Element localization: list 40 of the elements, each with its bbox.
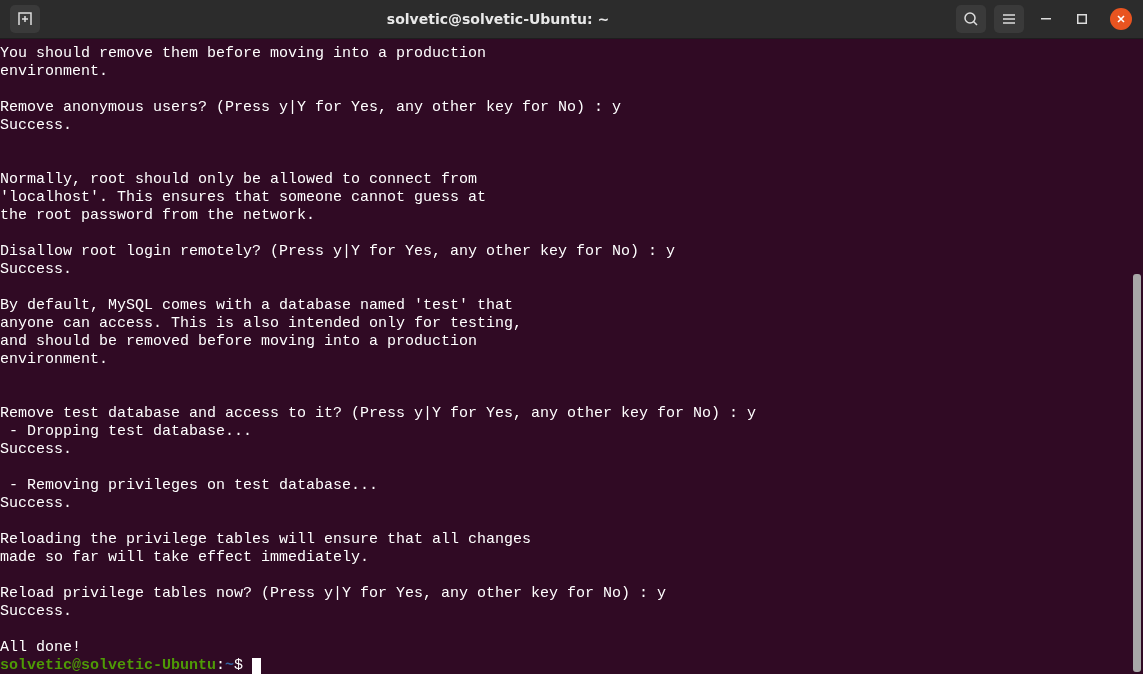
minimize-icon xyxy=(1041,18,1051,20)
close-icon xyxy=(1117,15,1125,23)
prompt-path: ~ xyxy=(225,657,235,674)
terminal-output-line: Success. xyxy=(0,603,72,620)
terminal-output-line: Remove anonymous users? (Press y|Y for Yes, any other key for No) : y xyxy=(0,99,622,116)
terminal-output-line: the root password from the network. xyxy=(0,207,316,224)
terminal-output-line: and should be removed before moving into a production xyxy=(0,333,478,350)
terminal-output-line: environment. xyxy=(0,351,109,368)
terminal-output-line: Success. xyxy=(0,117,72,134)
search-button[interactable] xyxy=(956,5,986,33)
text-cursor xyxy=(252,657,262,674)
terminal-output-line: 'localhost'. This ensures that someone cannot guess at xyxy=(0,189,487,206)
window-title: solvetic@solvetic-Ubuntu: ~ xyxy=(385,11,611,27)
new-tab-button[interactable] xyxy=(10,5,40,33)
terminal-output-line: Disallow root login remotely? (Press y|Y for Yes, any other key for No) : y xyxy=(0,243,676,260)
scrollbar-thumb[interactable] xyxy=(1133,274,1141,672)
terminal-output-line: - Removing privileges on test database... xyxy=(8,477,379,494)
prompt-user-host: solvetic@solvetic-Ubuntu xyxy=(0,657,217,674)
menu-icon xyxy=(1002,13,1016,25)
terminal-output-line: Remove test database and access to it? (Press y|Y for Yes, any other key for No) : y xyxy=(0,405,757,422)
terminal-output-line: Normally, root should only be allowed to connect from xyxy=(0,171,478,188)
terminal-output-line: environment. xyxy=(0,63,109,80)
prompt-symbol: $ xyxy=(234,657,244,674)
maximize-icon xyxy=(1077,14,1087,24)
close-button[interactable] xyxy=(1110,8,1132,30)
terminal-output-line: By default, MySQL comes with a database named 'test' that xyxy=(0,297,514,314)
new-tab-icon xyxy=(17,11,33,27)
search-icon xyxy=(963,11,979,27)
terminal-output-line: Reload privilege tables now? (Press y|Y for Yes, any other key for No) : y xyxy=(0,585,667,602)
terminal-output-line: Success. xyxy=(0,261,72,278)
terminal-output-line: Success. xyxy=(0,441,72,458)
terminal-output-line: - Dropping test database... xyxy=(8,423,253,440)
menu-button[interactable] xyxy=(994,5,1024,33)
terminal-output-line: You should remove them before moving into a production xyxy=(0,45,487,62)
terminal-output-line: anyone can access. This is also intended only for testing, xyxy=(0,315,523,332)
terminal-output-line: Success. xyxy=(0,495,72,512)
prompt-separator: : xyxy=(216,657,226,674)
terminal-output-line: made so far will take effect immediately. xyxy=(0,549,370,566)
terminal-output-line: All done! xyxy=(0,639,81,656)
terminal-output-line: Reloading the privilege tables will ensure that all changes xyxy=(0,531,532,548)
